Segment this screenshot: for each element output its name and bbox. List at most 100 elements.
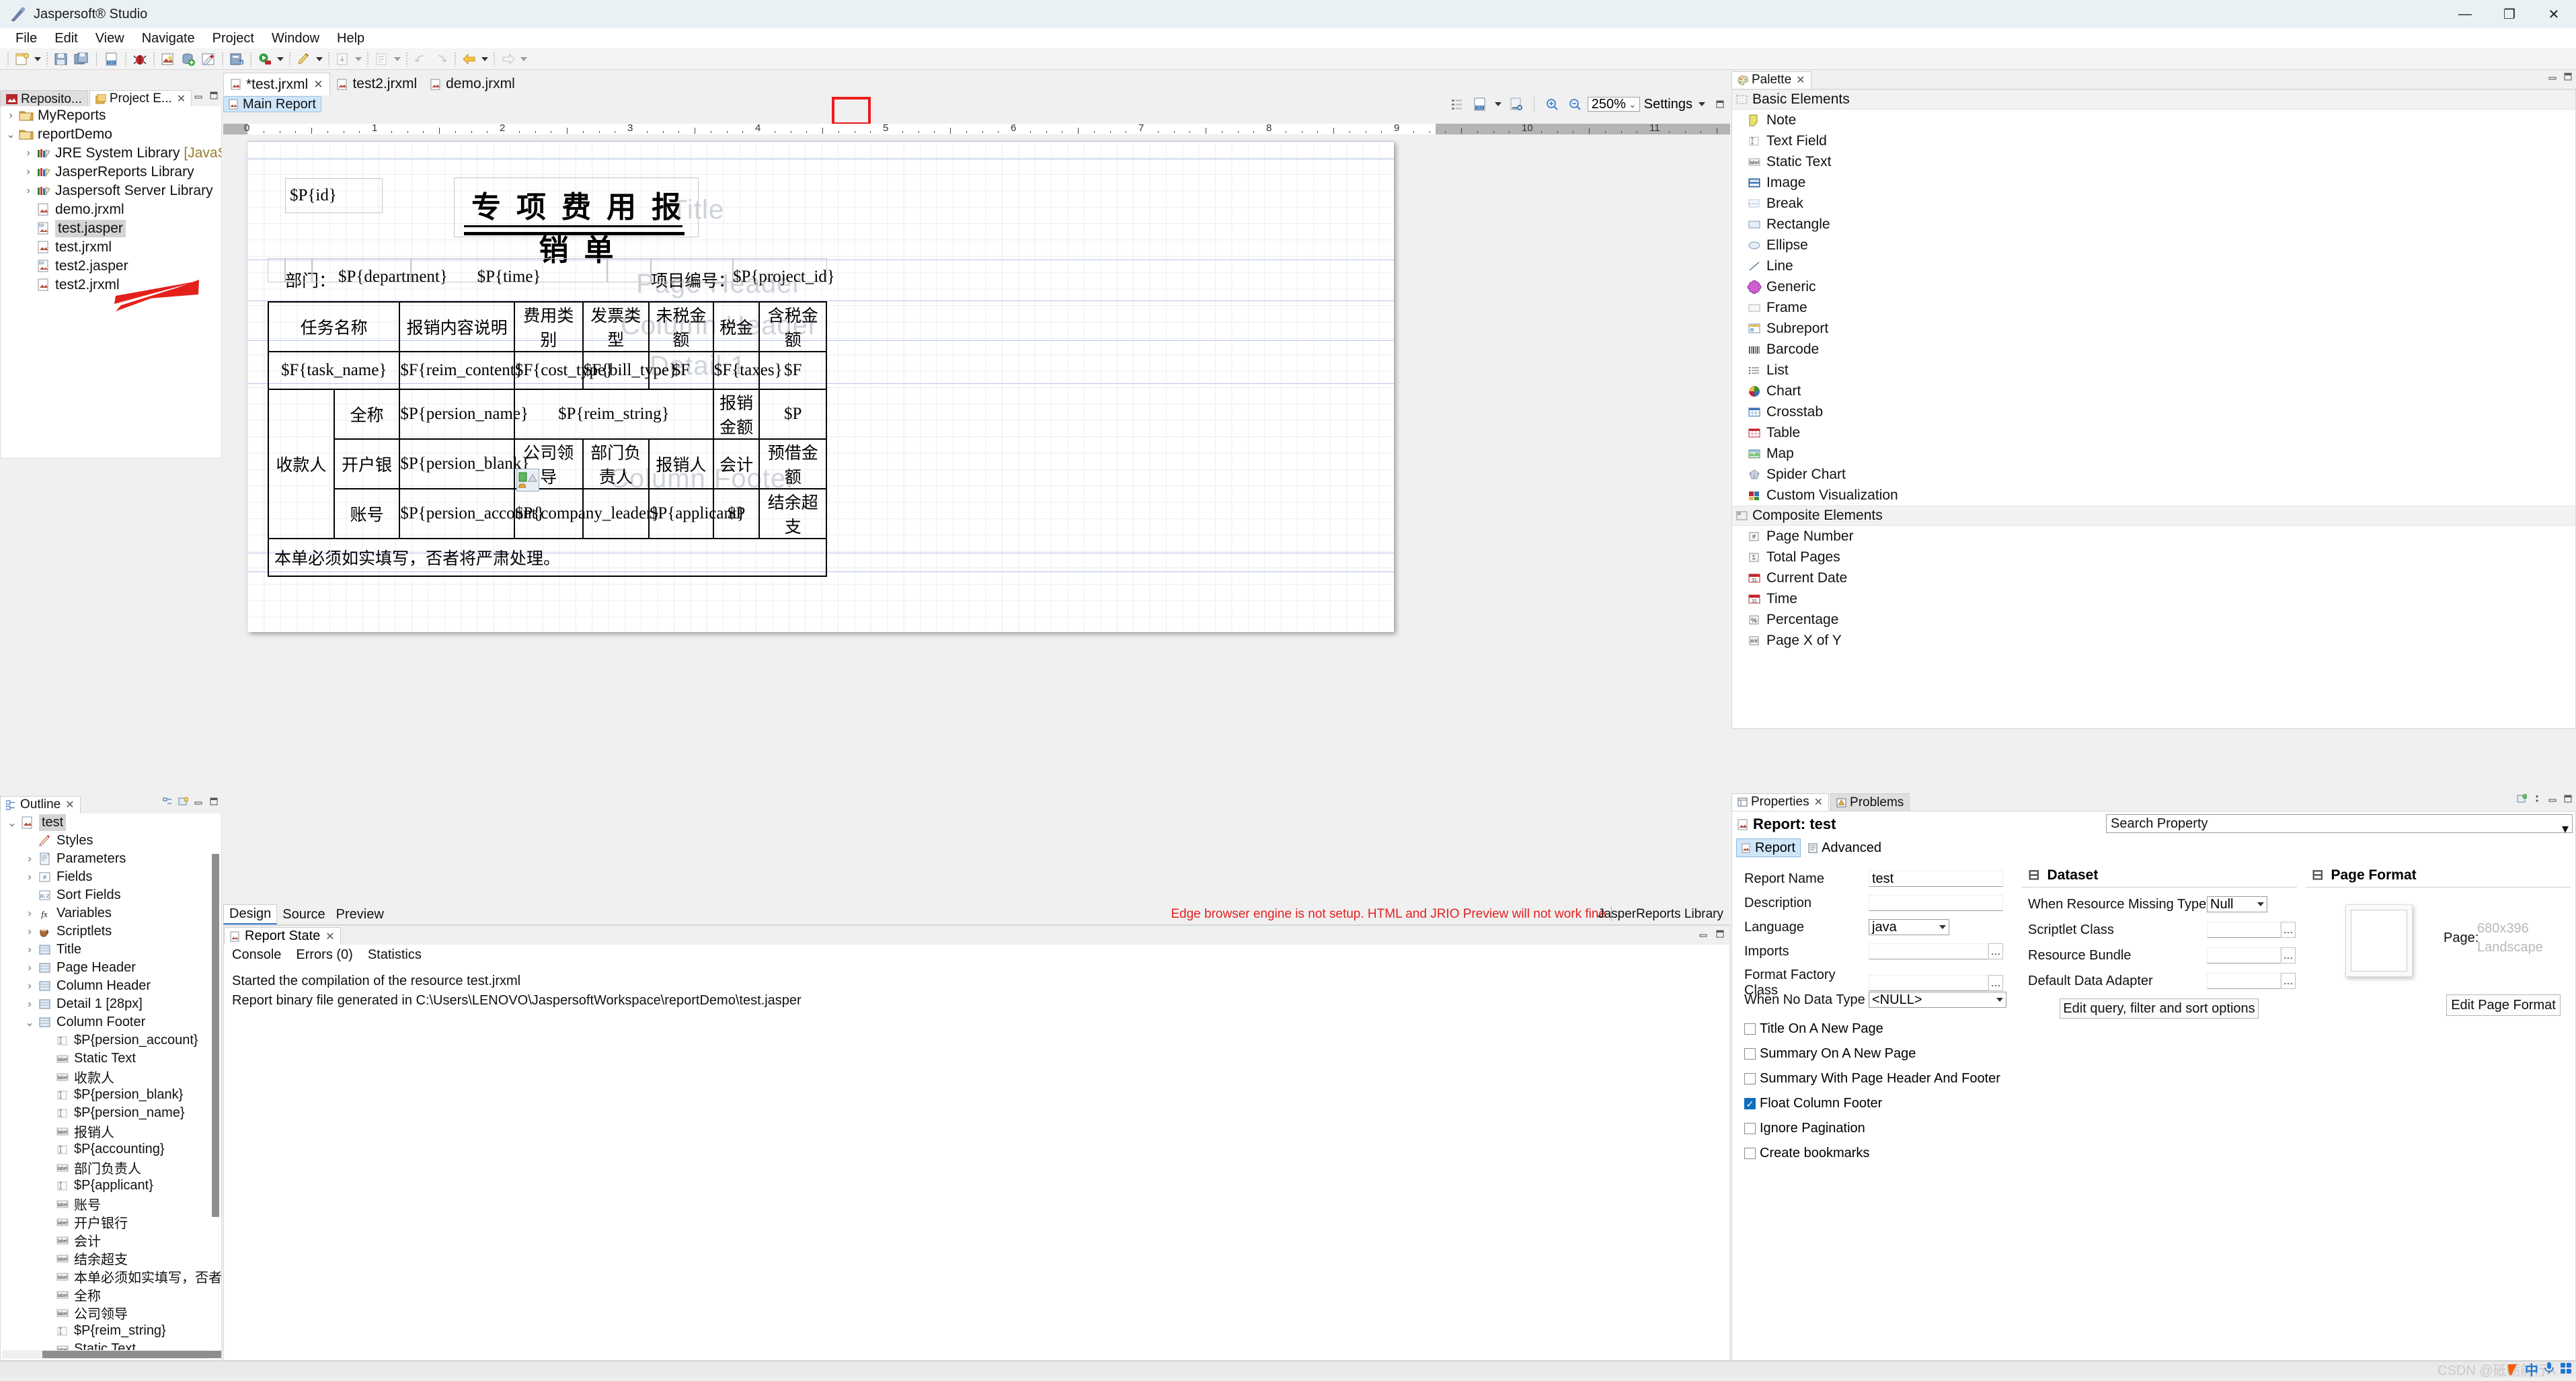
tree-node[interactable]: › Parameters: [1, 850, 221, 868]
tree-node[interactable]: label 本单必须如实填写，否者: [1, 1267, 221, 1286]
palette-item-break[interactable]: Break: [1732, 193, 2575, 214]
run-dropdown-icon[interactable]: [275, 51, 286, 67]
palette-item-chart[interactable]: Chart: [1732, 381, 2575, 401]
tree-node[interactable]: 110 test.jasper: [1, 219, 221, 238]
tree-twisty[interactable]: ›: [22, 853, 37, 865]
checkbox-box[interactable]: [1744, 1123, 1756, 1134]
palette-item-time[interactable]: 31 Time: [1732, 588, 2575, 609]
palette-item-page-x-of-y[interactable]: #/# Page X of Y: [1732, 630, 2575, 651]
back-dropdown-icon[interactable]: [479, 51, 490, 67]
tree-node[interactable]: label Static Text: [1, 1050, 221, 1068]
chevron-down-icon[interactable]: ▾: [2562, 820, 2569, 837]
when-resource-missing-combobox[interactable]: Null: [2207, 896, 2267, 912]
th-taxed-amount[interactable]: 含税金额: [758, 301, 827, 352]
datasource-add-icon[interactable]: [180, 51, 197, 67]
maximize-editor-icon[interactable]: [1715, 99, 1725, 110]
palette-item-percentage[interactable]: % Percentage: [1732, 609, 2575, 630]
palette-item-total-pages[interactable]: Σ Total Pages: [1732, 547, 2575, 567]
maximize-view-icon[interactable]: [1715, 929, 1725, 939]
th-task-name[interactable]: 任务名称: [267, 301, 401, 352]
checkbox-create-bookmarks[interactable]: Create bookmarks: [1744, 1146, 1869, 1161]
tab-repository[interactable]: Reposito...: [0, 90, 88, 108]
tab-main-report[interactable]: Main Report: [223, 96, 321, 112]
th-untaxed-amount[interactable]: 未税金额: [648, 301, 714, 352]
clean-report-icon[interactable]: [1508, 96, 1525, 112]
subtab-statistics[interactable]: Statistics: [368, 947, 422, 963]
tree-node[interactable]: › Jaspersoft Server Library: [1, 182, 221, 200]
palette-item-generic[interactable]: Generic: [1732, 276, 2575, 297]
new-dropdown-icon[interactable]: [32, 51, 43, 67]
tree-node[interactable]: test.jrxml: [1, 238, 221, 257]
palette-body[interactable]: Basic Elements Note Text Field label Static …: [1731, 89, 2576, 729]
tree-node[interactable]: › Scriptlets: [1, 922, 221, 941]
td-reim-content[interactable]: $F{reim_content}: [399, 351, 523, 390]
tree-node[interactable]: $P{accounting}: [1, 1140, 221, 1158]
menu-help[interactable]: Help: [328, 29, 373, 48]
minimize-view-icon[interactable]: [1698, 929, 1709, 939]
outline-tree[interactable]: ⌄ test Styles › Parameters › # Fields a↓z Sort Fi…: [0, 814, 222, 1361]
language-combobox[interactable]: java: [1869, 919, 1949, 935]
th-reim-content[interactable]: 报销内容说明: [399, 301, 515, 352]
checkbox-summary-on-a-new-page[interactable]: Summary On A New Page: [1744, 1046, 1916, 1062]
tree-node[interactable]: ⌄ Column Footer: [1, 1013, 221, 1031]
td-bill-type[interactable]: $F{bill_type}: [582, 351, 677, 390]
tree-node[interactable]: a↓z Sort Fields: [1, 886, 221, 904]
zoom-out-icon[interactable]: [1566, 96, 1584, 112]
checkbox-float-column-footer[interactable]: Float Column Footer: [1744, 1096, 1882, 1111]
editor-tab-demo-jrxml[interactable]: demo.jrxml: [424, 73, 522, 95]
back-arrow-icon[interactable]: [461, 51, 478, 67]
resource-bundle-input[interactable]: [2207, 947, 2281, 963]
tree-twisty[interactable]: ›: [21, 185, 36, 197]
palette-item-frame[interactable]: Frame: [1732, 297, 2575, 318]
tree-node[interactable]: label 结余超支: [1, 1249, 221, 1267]
tree-node[interactable]: label 报销人: [1, 1122, 221, 1140]
editor-tab-test2-jrxml[interactable]: test2.jrxml: [330, 73, 424, 95]
collapse-icon[interactable]: ⊟: [2028, 867, 2040, 883]
tree-node[interactable]: › Column Header: [1, 977, 221, 995]
forward-history-icon[interactable]: [432, 51, 450, 67]
field-id[interactable]: $P{id}: [285, 178, 383, 213]
td-bank-label[interactable]: 开户银: [333, 438, 401, 489]
quickfix-icon[interactable]: [295, 51, 313, 67]
element-drag-icon[interactable]: [516, 469, 539, 491]
td-persion-name[interactable]: $P{persion_name}: [399, 389, 529, 440]
tree-node[interactable]: › Page Header: [1, 959, 221, 977]
editor-tab-test-jrxml[interactable]: *test.jrxml ✕: [223, 73, 331, 95]
palette-item-ellipse[interactable]: Ellipse: [1732, 235, 2575, 255]
edit-query-button[interactable]: Edit query, filter and sort options: [2060, 998, 2259, 1019]
palette-group-header[interactable]: Composite Elements: [1732, 506, 2575, 526]
forward-dropdown-icon[interactable]: [518, 51, 529, 67]
td-fullname-label[interactable]: 全称: [333, 389, 401, 440]
inner-tab-report[interactable]: Report: [1736, 838, 1801, 857]
when-no-data-type-combobox[interactable]: <NULL>: [1869, 992, 2006, 1008]
minimize-view-icon[interactable]: [193, 90, 204, 101]
toolbar-grip[interactable]: [7, 51, 9, 67]
td-reim-amount-value[interactable]: $P: [758, 389, 827, 440]
tree-node[interactable]: $P{persion_blank}: [1, 1086, 221, 1104]
palette-item-current-date[interactable]: 31 Current Date: [1732, 567, 2575, 588]
maximize-view-icon[interactable]: [2563, 71, 2573, 82]
compile-dropdown-icon[interactable]: [1493, 96, 1504, 112]
th-tax[interactable]: 税金: [712, 301, 760, 352]
td-payee-label[interactable]: 收款人: [268, 389, 335, 539]
checkbox-title-on-a-new-page[interactable]: Title On A New Page: [1744, 1021, 1883, 1037]
checkbox-ignore-pagination[interactable]: Ignore Pagination: [1744, 1121, 1865, 1136]
palette-item-barcode[interactable]: Barcode: [1732, 339, 2575, 360]
tree-twisty[interactable]: ⌄: [5, 816, 19, 830]
palette-item-subreport[interactable]: Subreport: [1732, 318, 2575, 339]
view-options-icon[interactable]: [2532, 793, 2542, 804]
tree-node[interactable]: label 开户银行: [1, 1213, 221, 1231]
tab-preview[interactable]: Preview: [330, 904, 389, 924]
export-icon[interactable]: [228, 51, 245, 67]
palette-item-crosstab[interactable]: Crosstab: [1732, 401, 2575, 422]
inner-tab-advanced[interactable]: Advanced: [1803, 838, 1886, 857]
settings-button[interactable]: Settings: [1643, 97, 1694, 112]
previous-annotation-icon[interactable]: [373, 51, 391, 67]
scriptlet-browse-button[interactable]: ...: [2281, 922, 2296, 938]
tree-twisty[interactable]: ›: [22, 944, 37, 956]
palette-item-note[interactable]: Note: [1732, 110, 2575, 130]
th-bill-type[interactable]: 发票类型: [582, 301, 650, 352]
td-accountant-label[interactable]: 会计: [712, 438, 760, 489]
tree-node[interactable]: › JasperReports Library: [1, 163, 221, 182]
palette-item-text-field[interactable]: Text Field: [1732, 130, 2575, 151]
